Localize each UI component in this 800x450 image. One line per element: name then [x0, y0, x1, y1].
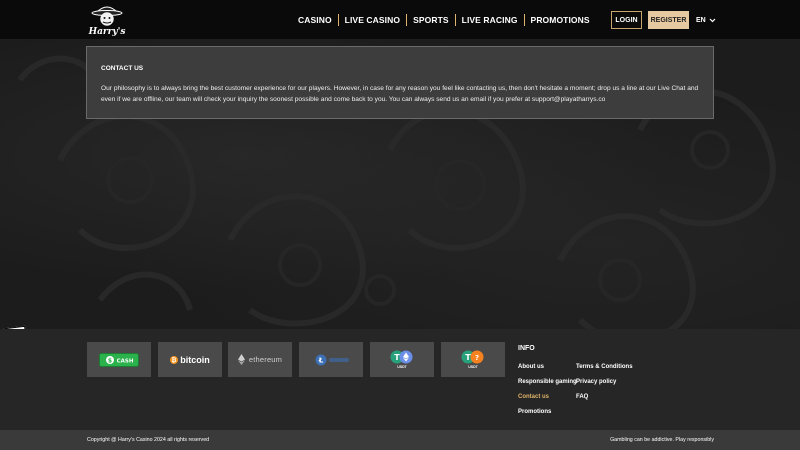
svg-text:Ł: Ł — [318, 356, 324, 364]
svg-text:?: ? — [475, 354, 479, 362]
litecoin-icon: Ł — [315, 354, 349, 365]
contact-body-text: Our philosophy is to always bring the be… — [101, 85, 699, 103]
usdt-tron-icon: T ? — [461, 350, 484, 364]
info-title: INFO — [518, 345, 535, 352]
contact-title: CONTACT US — [101, 65, 144, 72]
footer-link-privacy-policy[interactable]: Privacy policy — [576, 379, 616, 385]
payment-bitcoin-tile: ₿ bitcoin — [158, 342, 222, 377]
cash-label: CASH — [117, 358, 134, 364]
usdt-label: USDT — [468, 365, 478, 369]
nav-live-racing[interactable]: LIVE RACING — [456, 14, 524, 26]
nav-sports[interactable]: SPORTS — [407, 14, 455, 26]
svg-text:Harry's: Harry's — [88, 27, 126, 37]
footer-link-contact-us[interactable]: Contact us — [518, 394, 549, 400]
top-navigation-bar: Harry's CASINO LIVE CASINO SPORTS LIVE R… — [0, 0, 800, 40]
chevron-down-icon — [709, 18, 716, 22]
contact-us-card: CONTACT US Our philosophy is to always b… — [86, 46, 714, 119]
bottom-bar: Copyright @ Harry's Casino 2024 all righ… — [0, 430, 800, 450]
ethereum-label: ethereum — [248, 355, 283, 364]
svg-text:$: $ — [108, 357, 112, 364]
ethereum-icon — [237, 354, 245, 365]
nav-casino[interactable]: CASINO — [292, 14, 338, 26]
payment-usdt-erc20-tile: T USDT — [370, 342, 434, 377]
bitcoin-label: bitcoin — [180, 354, 210, 365]
payment-cash-tile: $ CASH — [87, 342, 151, 377]
footer-link-responsible-gaming[interactable]: Responsible gaming — [518, 379, 577, 385]
harrys-logo-icon[interactable]: Harry's — [86, 3, 128, 37]
bitcoin-icon: ₿ — [170, 355, 179, 364]
register-button[interactable]: REGISTER — [648, 11, 689, 29]
copyright-text: Copyright @ Harry's Casino 2024 all righ… — [87, 437, 210, 443]
svg-text:T: T — [465, 353, 471, 362]
footer: $ CASH ₿ bitcoin ethereum Ł T USDT T ? U… — [0, 329, 800, 430]
payment-litecoin-tile: Ł — [299, 342, 363, 377]
login-button[interactable]: LOGIN — [611, 11, 642, 29]
payment-ethereum-tile: ethereum — [228, 342, 292, 377]
usdt-ethereum-icon: T — [390, 350, 413, 364]
usdt-label: USDT — [397, 365, 407, 369]
footer-link-terms[interactable]: Terms & Conditions — [576, 364, 633, 370]
language-selector[interactable]: EN — [696, 14, 716, 26]
footer-link-faq[interactable]: FAQ — [576, 394, 588, 400]
nav-live-casino[interactable]: LIVE CASINO — [339, 14, 406, 26]
svg-text:₿: ₿ — [172, 357, 177, 364]
responsible-gambling-text: Gambling can be addictive. Play responsi… — [610, 437, 714, 443]
svg-text:T: T — [394, 353, 400, 362]
main-nav: CASINO LIVE CASINO SPORTS LIVE RACING PR… — [292, 13, 596, 27]
nav-promotions[interactable]: PROMOTIONS — [525, 14, 596, 26]
footer-link-promotions[interactable]: Promotions — [518, 409, 551, 415]
payment-usdt-trc20-tile: T ? USDT — [441, 342, 505, 377]
footer-link-about-us[interactable]: About us — [518, 364, 544, 370]
language-label: EN — [696, 16, 706, 24]
cash-icon: $ CASH — [99, 352, 139, 367]
